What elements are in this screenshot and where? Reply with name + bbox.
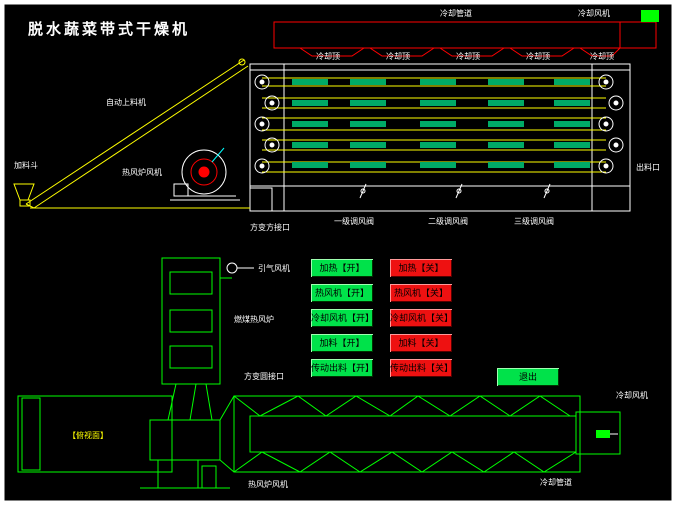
cooling-top-label-1: 冷却顶 — [316, 51, 340, 61]
hot-fan-off-button[interactable]: 热风机【关】 — [389, 283, 453, 303]
heat-on-button[interactable]: 加热【开】 — [310, 258, 374, 278]
page-title: 脱水蔬菜带式干燥机 — [28, 20, 190, 38]
cooling-fan-bottom-icon[interactable] — [596, 430, 618, 438]
hot-air-fan-label: 热风炉风机 — [122, 167, 162, 177]
square-port-label: 方变方接口 — [250, 222, 290, 232]
damper-2-label: 二级调风阀 — [428, 216, 468, 226]
heat-off-button[interactable]: 加热【关】 — [389, 258, 453, 278]
discharge-on-button[interactable]: 传动出料【开】 — [310, 358, 374, 378]
discharge-label: 出料口 — [636, 162, 660, 172]
cooling-top-label-5: 冷却顶 — [590, 51, 614, 61]
feed-hopper-label: 加料斗 — [14, 160, 38, 170]
hot-air-fan-bottom-label: 热风炉风机 — [248, 479, 288, 489]
feed-off-button[interactable]: 加料【关】 — [389, 333, 453, 353]
cooling-fan-on-button[interactable]: 冷却风机【开】 — [310, 308, 374, 328]
damper-1-label: 一级调风阀 — [334, 216, 374, 226]
round-port-label: 方变圆接口 — [244, 371, 284, 381]
exit-button[interactable]: 退出 — [496, 367, 560, 387]
dryer-schematic: 脱水蔬菜带式干燥机 冷却管道 冷却风机 冷却顶 冷却顶 冷却顶 冷却顶 冷却顶 — [3, 3, 673, 502]
auto-feeder — [25, 58, 250, 209]
induced-fan-label: 引气风机 — [258, 263, 290, 273]
induced-fan-icon[interactable] — [226, 262, 254, 274]
bottom-duct — [17, 395, 621, 489]
cooling-duct-top — [273, 21, 657, 49]
feed-on-button[interactable]: 加料【开】 — [310, 333, 374, 353]
cooling-fan-top-label: 冷却风机 — [578, 8, 610, 18]
coal-furnace-label: 燃煤热风炉 — [234, 314, 274, 324]
cooling-duct-top-label: 冷却管道 — [440, 8, 472, 18]
heating-coils — [292, 79, 590, 168]
cooling-top-label-2: 冷却顶 — [386, 51, 410, 61]
cooling-top-label-3: 冷却顶 — [456, 51, 480, 61]
hot-air-fan-icon[interactable] — [170, 147, 240, 201]
cooling-duct-bottom-label: 冷却管道 — [540, 477, 572, 487]
damper-3-label: 三级调风阀 — [514, 216, 554, 226]
cooling-fan-bottom-label: 冷却风机 — [616, 390, 648, 400]
cooling-fan-top-icon[interactable] — [641, 10, 659, 22]
discharge-off-button[interactable]: 传动出料【关】 — [389, 358, 453, 378]
hot-fan-on-button[interactable]: 热风机【开】 — [310, 283, 374, 303]
cooling-fan-off-button[interactable]: 冷却风机【关】 — [389, 308, 453, 328]
auto-feeder-label: 自动上料机 — [106, 97, 146, 107]
scada-screen: 脱水蔬菜带式干燥机 冷却管道 冷却风机 冷却顶 冷却顶 冷却顶 冷却顶 冷却顶 — [0, 0, 676, 505]
feed-hopper-icon — [13, 183, 35, 201]
side-view-label: 【俯视面】 — [68, 430, 108, 440]
cooling-top-label-4: 冷却顶 — [526, 51, 550, 61]
